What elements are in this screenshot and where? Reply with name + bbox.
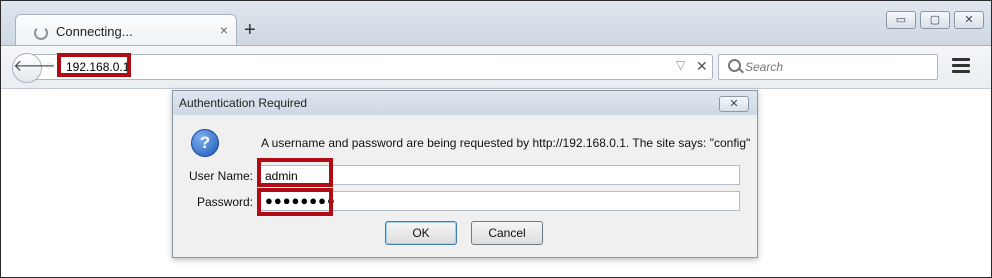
minimize-button[interactable]: ▭ — [886, 11, 916, 29]
auth-dialog: Authentication Required ✕ ? A username a… — [172, 90, 758, 258]
url-bar[interactable]: ◌ 192.168.0.1 ▽ ✕ — [31, 54, 713, 80]
cancel-button[interactable]: Cancel — [471, 221, 543, 245]
dialog-title: Authentication Required — [179, 96, 308, 110]
password-value: ●●●●●●●● — [265, 193, 336, 208]
tab-connecting[interactable]: Connecting... × — [15, 14, 237, 47]
url-text[interactable]: 192.168.0.1 — [66, 60, 129, 74]
loading-spinner-icon — [34, 26, 48, 40]
password-field[interactable]: ●●●●●●●● — [259, 191, 740, 211]
question-icon: ? — [191, 129, 219, 157]
dialog-title-bar: Authentication Required ✕ — [173, 91, 757, 115]
maximize-button[interactable]: ▢ — [920, 11, 950, 29]
hamburger-menu-icon[interactable] — [952, 58, 970, 74]
tab-close-icon[interactable]: × — [220, 22, 228, 38]
stop-loading-icon[interactable]: ✕ — [696, 58, 708, 75]
title-bar: Connecting... × + ▭ ▢ ✕ — [1, 1, 991, 47]
new-tab-button[interactable]: + — [244, 20, 256, 40]
back-arrow-icon: 🡐 — [13, 58, 56, 75]
url-dropdown-icon[interactable]: ▽ — [676, 58, 685, 72]
password-label: Password: — [196, 195, 253, 209]
search-input[interactable]: Search — [718, 54, 938, 80]
nav-toolbar: ◌ 192.168.0.1 ▽ ✕ 🡐 Search — [1, 45, 991, 89]
username-label: User Name: — [188, 169, 253, 183]
username-value: admin — [265, 169, 298, 183]
dialog-message: A username and password are being reques… — [261, 136, 751, 150]
close-window-button[interactable]: ✕ — [954, 11, 984, 29]
search-icon — [728, 59, 741, 72]
back-button[interactable]: 🡐 — [12, 53, 56, 83]
search-placeholder: Search — [745, 60, 784, 74]
ok-button[interactable]: OK — [385, 221, 457, 245]
username-field[interactable]: admin — [259, 165, 740, 185]
tab-title: Connecting... — [56, 24, 133, 39]
dialog-close-button[interactable]: ✕ — [719, 96, 749, 112]
